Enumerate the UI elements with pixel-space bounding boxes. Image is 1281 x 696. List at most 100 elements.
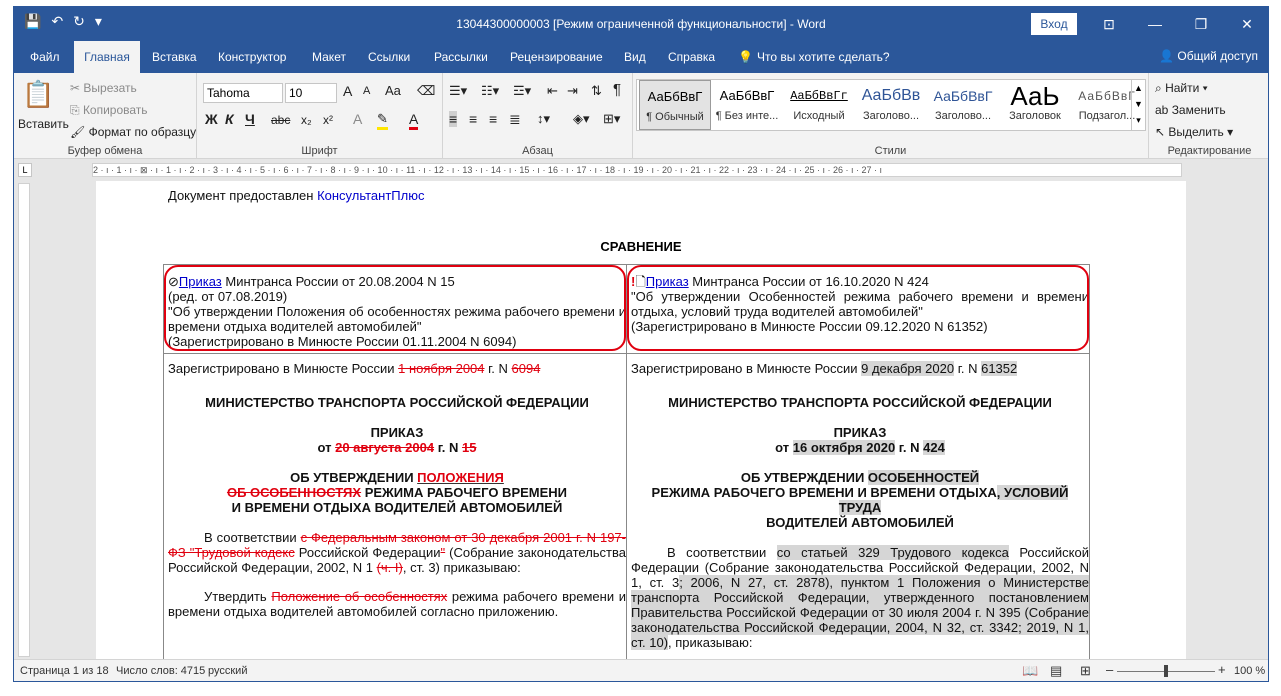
- vertical-ruler-scale: [18, 183, 30, 657]
- font-name-select[interactable]: Tahoma: [203, 83, 283, 103]
- clear-format-icon[interactable]: ⌫: [417, 83, 435, 99]
- tab-home[interactable]: Главная: [74, 41, 140, 73]
- tell-me-box[interactable]: 💡 Что вы хотите сделать?: [730, 41, 898, 73]
- share-button[interactable]: 👤 Общий доступ: [1159, 49, 1258, 63]
- left-order-date: от 20 августа 2004 г. N 15: [168, 440, 626, 455]
- grow-font-button[interactable]: A: [343, 83, 352, 99]
- right-ministry: МИНИСТЕРСТВО ТРАНСПОРТА РОССИЙСКОЙ ФЕДЕР…: [668, 395, 1052, 410]
- word-window: 💾 ↶ ↻ ▾ 13044300000003 [Режим ограниченн…: [13, 6, 1269, 682]
- tab-mailings[interactable]: Рассылки: [426, 41, 496, 73]
- ribbon-options-icon[interactable]: ⊡: [1086, 7, 1132, 41]
- left-p1-c: Российской Федерации: [294, 545, 441, 560]
- tab-design[interactable]: Конструктор: [210, 41, 294, 73]
- paste-button[interactable]: Вставить: [18, 117, 69, 131]
- language[interactable]: русский: [208, 665, 247, 677]
- zoom-level[interactable]: 100 %: [1234, 665, 1265, 677]
- minimize-icon[interactable]: —: [1132, 7, 1178, 41]
- left-subject-1: ОБ УТВЕРЖДЕНИИ ПОЛОЖЕНИЯ: [168, 470, 626, 485]
- style-source[interactable]: АаБбВвГг Исходный: [783, 80, 855, 130]
- vertical-scrollbar[interactable]: [1251, 181, 1268, 659]
- format-painter-button[interactable]: 🖌 Формат по образцу: [70, 125, 196, 139]
- replace-label: Заменить: [1171, 103, 1226, 117]
- align-center-icon[interactable]: ≡: [469, 111, 477, 127]
- ruler-scale[interactable]: 2 · ı · 1 · ı · ⊠ · ı · 1 · ı · 2 · ı · …: [92, 163, 1182, 177]
- right-order-word: ПРИКАЗ: [833, 425, 887, 440]
- show-marks-button[interactable]: ¶: [613, 81, 621, 98]
- decrease-indent-icon[interactable]: ⇤: [547, 83, 558, 99]
- tab-insert[interactable]: Вставка: [144, 41, 205, 73]
- shrink-font-button[interactable]: A: [363, 85, 370, 97]
- tab-selector[interactable]: L: [18, 163, 32, 177]
- paragraph-group-label: Абзац: [522, 145, 553, 157]
- shading-icon[interactable]: ◈▾: [573, 111, 590, 127]
- style-no-spacing[interactable]: АаБбВвГ ¶ Без инте...: [711, 80, 783, 130]
- copy-button[interactable]: ⎘ Копировать: [70, 103, 148, 118]
- increase-indent-icon[interactable]: ⇥: [567, 83, 578, 99]
- web-layout-icon[interactable]: ⊞: [1080, 663, 1091, 679]
- justify-icon[interactable]: ≣: [509, 111, 521, 128]
- cut-button[interactable]: ✂ Вырезать: [70, 81, 137, 95]
- select-label: Выделить: [1168, 125, 1224, 139]
- bullets-icon[interactable]: ☰▾: [449, 83, 467, 99]
- select-button[interactable]: ↖ Выделить ▾: [1155, 125, 1233, 139]
- replace-button[interactable]: ab Заменить: [1155, 103, 1226, 117]
- italic-button[interactable]: К: [225, 111, 234, 127]
- line-spacing-icon[interactable]: ↕▾: [537, 111, 550, 127]
- numbering-icon[interactable]: ☷▾: [481, 83, 499, 99]
- right-body: МИНИСТЕРСТВО ТРАНСПОРТА РОССИЙСКОЙ ФЕДЕР…: [631, 395, 1090, 650]
- style-heading-2[interactable]: АаБбВвГ Заголово...: [927, 80, 999, 130]
- underline-button[interactable]: Ч: [245, 111, 255, 127]
- text-effects-icon[interactable]: A: [353, 111, 362, 127]
- ribbon-home: 📋 Вставить ✂ Вырезать ⎘ Копировать 🖌 Фор…: [14, 73, 1268, 159]
- paragraph-group: ☰▾ ☷▾ ☲▾ ⇤ ⇥ ⇅ ¶ ≡ ≡ ≡ ≣ ↕▾ ◈▾ ⊞▾ Абзац: [443, 73, 633, 159]
- tab-help[interactable]: Справка: [660, 41, 723, 73]
- read-mode-icon[interactable]: 📖: [1022, 663, 1038, 679]
- page-count[interactable]: Страница 1 из 18: [20, 665, 109, 677]
- sort-icon[interactable]: ⇅: [591, 83, 602, 99]
- style-heading-1[interactable]: АаБбВв Заголово...: [855, 80, 927, 130]
- style-normal[interactable]: АаБбВвГ ¶ Обычный: [639, 80, 711, 130]
- left-order-num: 15: [462, 440, 477, 455]
- align-left-icon[interactable]: ≡: [449, 111, 458, 127]
- tab-layout[interactable]: Макет: [304, 41, 354, 73]
- tab-view[interactable]: Вид: [616, 41, 654, 73]
- change-case-button[interactable]: Aa: [385, 83, 401, 98]
- highlight-icon[interactable]: ✎: [377, 111, 388, 130]
- login-button[interactable]: Вход: [1031, 13, 1077, 35]
- zoom-in-button[interactable]: +: [1218, 662, 1226, 677]
- left-order-date-val: 20 августа 2004: [335, 440, 435, 455]
- consultant-link[interactable]: КонсультантПлюс: [317, 188, 424, 203]
- borders-icon[interactable]: ⊞▾: [603, 111, 620, 127]
- strikethrough-button[interactable]: abc: [271, 113, 290, 127]
- font-color-icon[interactable]: A: [409, 111, 419, 130]
- subscript-button[interactable]: x₂: [301, 113, 312, 127]
- window-title: 13044300000003 [Режим ограниченной функц…: [456, 17, 826, 31]
- right-order-date: от 16 октября 2020 г. N 424: [631, 440, 1089, 455]
- right-p1-a: В соответствии: [667, 545, 777, 560]
- styles-scroll[interactable]: ▲ ▼ ▾: [1131, 80, 1145, 130]
- document-page[interactable]: Документ предоставлен КонсультантПлюс СР…: [96, 181, 1186, 659]
- zoom-out-button[interactable]: –: [1106, 662, 1113, 677]
- tab-review[interactable]: Рецензирование: [502, 41, 611, 73]
- font-size-select[interactable]: 10: [285, 83, 337, 103]
- right-reg-prefix: Зарегистрировано в Минюсте России: [631, 361, 862, 376]
- multilevel-list-icon[interactable]: ☲▾: [513, 83, 531, 99]
- print-layout-icon[interactable]: ▤: [1050, 663, 1062, 679]
- bold-button[interactable]: Ж: [205, 111, 218, 127]
- style-name: ¶ Без инте...: [715, 110, 779, 122]
- restore-icon[interactable]: ❐: [1178, 7, 1224, 41]
- word-count[interactable]: Число слов: 4715: [116, 665, 205, 677]
- style-name: Заголовок: [1009, 110, 1061, 122]
- left-subj-e: И ВРЕМЕНИ ОТДЫХА ВОДИТЕЛЕЙ АВТОМОБИЛЕЙ: [231, 500, 563, 515]
- tab-references[interactable]: Ссылки: [360, 41, 418, 73]
- style-title[interactable]: АаЬ Заголовок: [999, 80, 1071, 130]
- find-button[interactable]: ⌕ Найти ▾: [1155, 81, 1208, 96]
- paste-icon[interactable]: 📋: [22, 79, 54, 110]
- left-paragraph-1: В соответствии с Федеральным законом от …: [168, 530, 626, 575]
- tab-file[interactable]: Файл: [22, 41, 68, 73]
- superscript-button[interactable]: x²: [323, 113, 333, 127]
- align-right-icon[interactable]: ≡: [489, 111, 497, 127]
- close-icon[interactable]: ✕: [1224, 7, 1268, 41]
- style-name: Заголово...: [862, 110, 920, 122]
- zoom-slider-thumb[interactable]: [1164, 665, 1168, 677]
